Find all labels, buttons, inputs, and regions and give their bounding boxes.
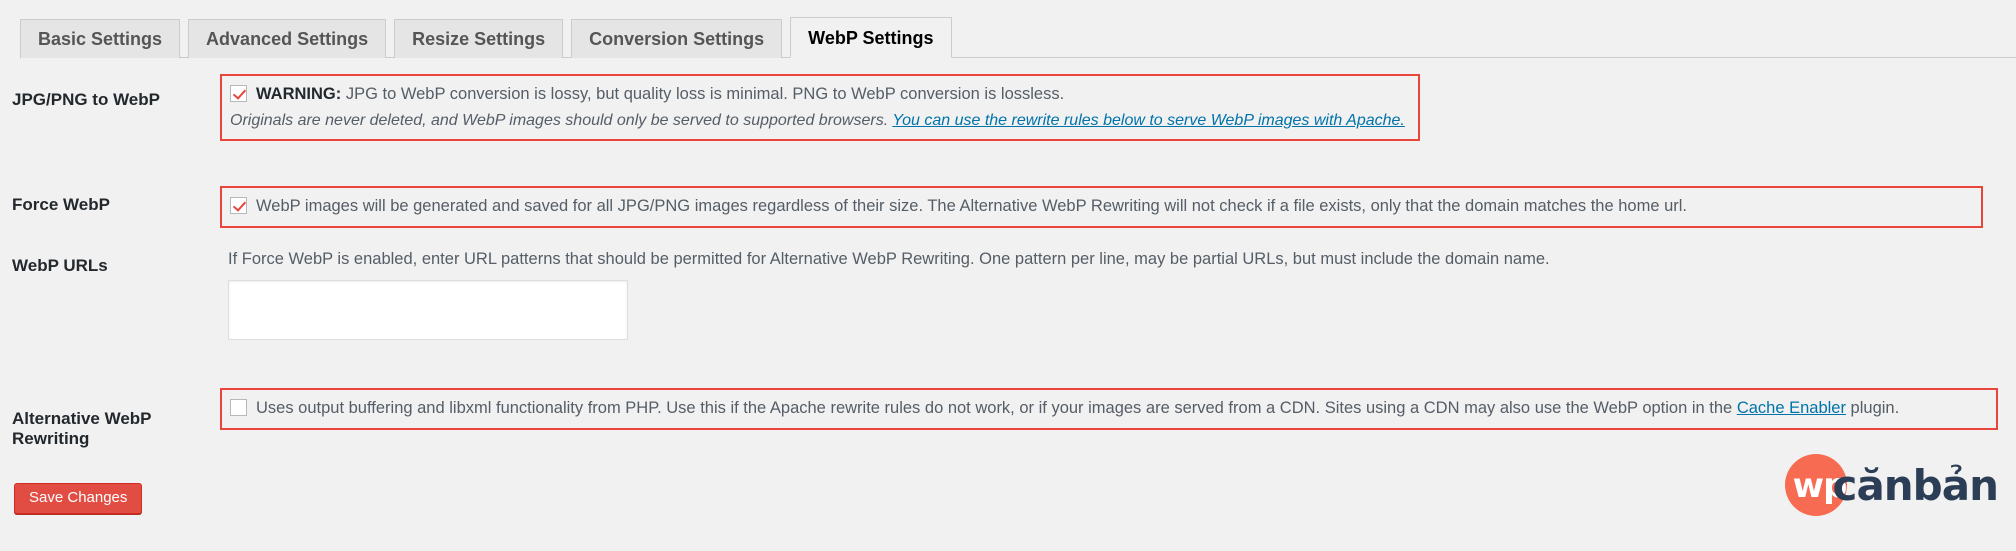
force-webp-description: WebP images will be generated and saved …: [256, 197, 1688, 215]
alternative-webp-rewriting-description: Uses output buffering and libxml functio…: [256, 397, 1899, 421]
tab-advanced-settings[interactable]: Advanced Settings: [188, 19, 387, 58]
webp-urls-textarea[interactable]: [228, 279, 628, 340]
row-alternative-webp-rewriting: Alternative WebP Rewriting Uses output b…: [0, 388, 2016, 449]
tab-webp-settings[interactable]: WebP Settings: [790, 17, 952, 58]
row-webp-urls: WebP URLs If Force WebP is enabled, ente…: [0, 248, 2016, 345]
alternative-webp-rewriting-checkbox[interactable]: [230, 399, 247, 416]
label-webp-urls: WebP URLs: [12, 256, 108, 275]
settings-tab-bar: Basic Settings Advanced Settings Resize …: [0, 0, 2016, 58]
tab-resize-settings[interactable]: Resize Settings: [394, 19, 564, 58]
highlight-box-force-webp: WebP images will be generated and saved …: [220, 186, 1983, 228]
field-force-webp: WebP images will be generated and saved …: [220, 186, 2016, 228]
checkbox-line-force-webp: WebP images will be generated and saved …: [230, 195, 1972, 219]
apache-rewrite-rules-link[interactable]: You can use the rewrite rules below to s…: [892, 112, 1405, 129]
cache-enabler-link[interactable]: Cache Enabler: [1737, 399, 1846, 417]
tab-conversion-settings[interactable]: Conversion Settings: [571, 19, 783, 58]
checkbox-line-jpg-png-to-webp: WARNING: JPG to WebP conversion is lossy…: [230, 83, 1409, 107]
warning-body: JPG to WebP conversion is lossy, but qua…: [341, 85, 1065, 103]
webp-urls-description: If Force WebP is enabled, enter URL patt…: [228, 250, 1550, 268]
highlight-box-alternative-webp-rewriting: Uses output buffering and libxml functio…: [220, 388, 1998, 430]
row-jpg-png-to-webp: JPG/PNG to WebP WARNING: JPG to WebP con…: [0, 74, 2016, 142]
row-force-webp: Force WebP WebP images will be generated…: [0, 186, 2016, 228]
field-webp-urls: If Force WebP is enabled, enter URL patt…: [220, 248, 2016, 345]
tab-basic-settings[interactable]: Basic Settings: [20, 19, 181, 58]
warning-label: WARNING:: [256, 85, 342, 103]
jpg-png-to-webp-checkbox[interactable]: [230, 85, 247, 102]
tab-list: Basic Settings Advanced Settings Resize …: [20, 14, 2016, 58]
field-alternative-webp-rewriting: Uses output buffering and libxml functio…: [220, 388, 2016, 449]
note-text: Originals are never deleted, and WebP im…: [230, 111, 893, 129]
field-jpg-png-to-webp: WARNING: JPG to WebP conversion is lossy…: [220, 74, 2016, 142]
label-force-webp: Force WebP: [12, 195, 110, 214]
jpg-png-to-webp-note: Originals are never deleted, and WebP im…: [230, 109, 1409, 132]
highlight-box-jpg-png-to-webp: WARNING: JPG to WebP conversion is lossy…: [220, 74, 1420, 142]
force-webp-checkbox[interactable]: [230, 197, 247, 214]
label-alternative-webp-rewriting: Alternative WebP Rewriting: [12, 409, 152, 448]
label-jpg-png-to-webp: JPG/PNG to WebP: [12, 90, 160, 109]
wpcanban-logo: wp cănbản: [1784, 452, 1999, 518]
description-part-1: Uses output buffering and libxml functio…: [256, 399, 1737, 417]
logo-wordmark: cănbản: [1832, 460, 1999, 510]
description-part-2: plugin.: [1845, 399, 1900, 417]
jpg-png-to-webp-description: WARNING: JPG to WebP conversion is lossy…: [256, 83, 1064, 107]
save-changes-button[interactable]: Save Changes: [14, 483, 143, 514]
checkbox-line-alternative-webp-rewriting: Uses output buffering and libxml functio…: [230, 397, 1987, 421]
